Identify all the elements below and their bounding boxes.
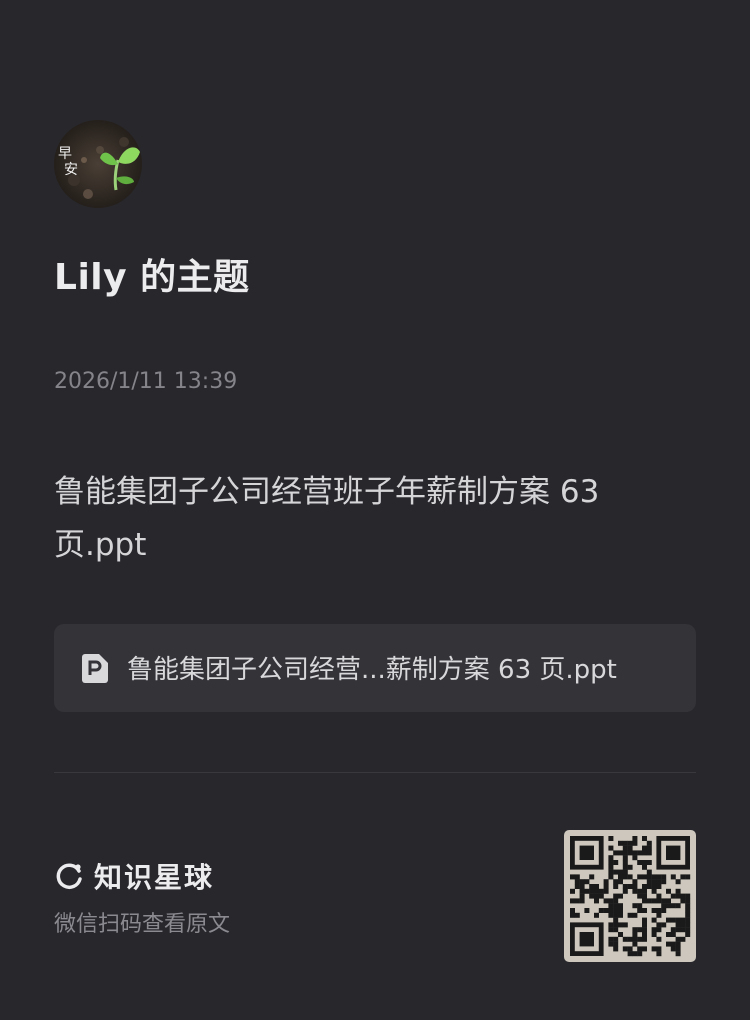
brand: 知识星球	[54, 856, 214, 896]
post-timestamp: 2026/1/11 13:39	[54, 369, 238, 394]
file-name: 鲁能集团子公司经营...薪制方案 63 页.ppt	[127, 655, 617, 685]
zsxq-logo-icon	[56, 863, 82, 889]
divider	[54, 772, 696, 773]
qr-code-image	[570, 836, 691, 957]
qr-code[interactable]	[564, 830, 696, 962]
avatar-sprout-image: 早 安	[54, 120, 142, 208]
avatar[interactable]: 早 安	[54, 120, 142, 208]
brand-name: 知识星球	[94, 861, 215, 894]
topic-title: Lily 的主题	[54, 257, 250, 298]
file-attachment[interactable]: 鲁能集团子公司经营...薪制方案 63 页.ppt	[54, 624, 696, 712]
ppt-file-icon	[82, 654, 108, 683]
scan-hint: 微信扫码查看原文	[54, 912, 231, 937]
avatar-logo-glyph-1: 早	[58, 146, 72, 162]
post-text: 鲁能集团子公司经营班子年薪制方案 63 页.ppt	[54, 474, 600, 563]
avatar-logo-glyph-2: 安	[64, 162, 78, 178]
